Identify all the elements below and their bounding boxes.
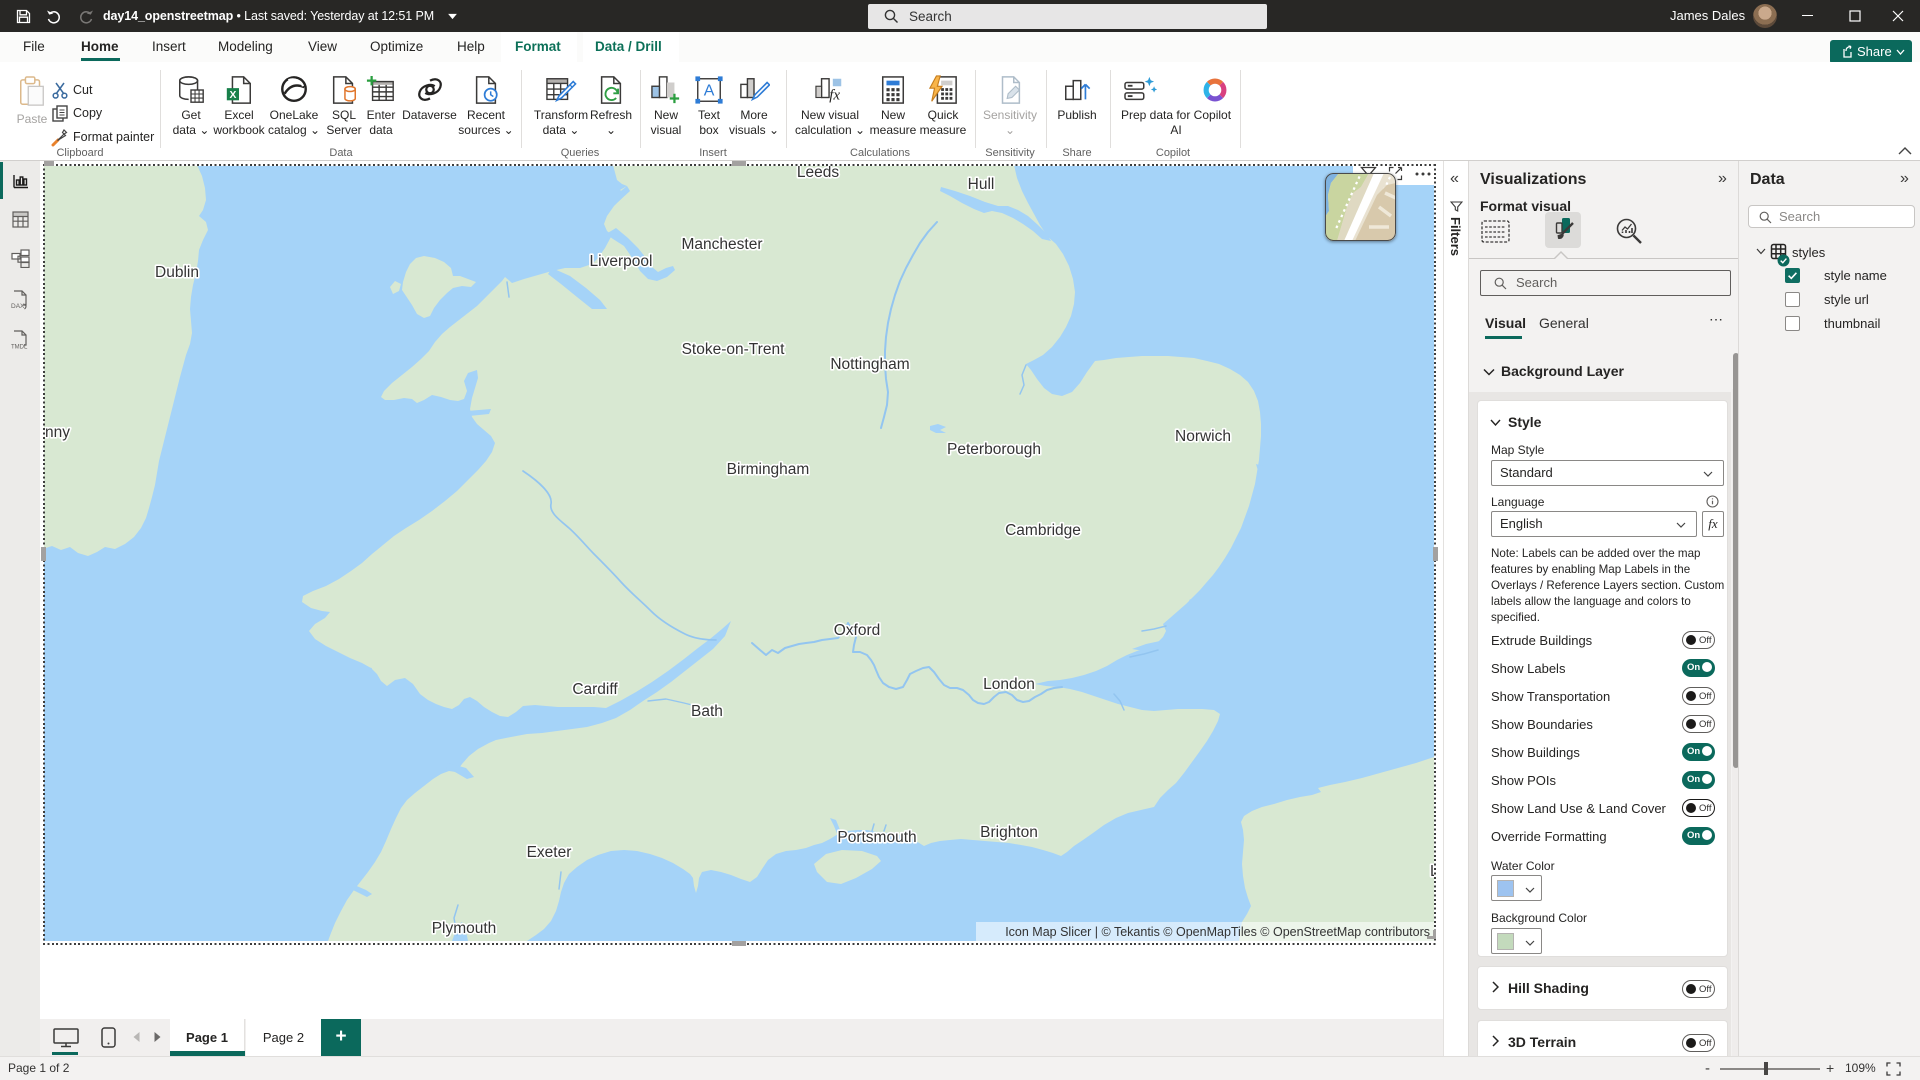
svg-text:Oxford: Oxford	[834, 622, 881, 639]
svg-text:Stoke-on-Trent: Stoke-on-Trent	[682, 341, 785, 358]
svg-text:Cambridge: Cambridge	[1005, 522, 1081, 539]
svg-text:Brighton: Brighton	[980, 824, 1038, 841]
svg-text:Birmingham: Birmingham	[727, 461, 810, 478]
svg-text:nny: nny	[45, 424, 70, 441]
svg-text:Icon Map Slicer | © Tekantis ©: Icon Map Slicer | © Tekantis © OpenMapTi…	[1005, 925, 1430, 939]
svg-text:Portsmouth: Portsmouth	[837, 829, 916, 846]
svg-text:Manchester: Manchester	[682, 236, 763, 253]
svg-text:TMDL: TMDL	[11, 345, 28, 351]
svg-text:Bath: Bath	[691, 703, 723, 720]
svg-text:Norwich: Norwich	[1175, 428, 1231, 445]
svg-text:DAX: DAX	[11, 303, 25, 310]
svg-text:Hull: Hull	[968, 176, 995, 193]
svg-text:fx: fx	[829, 87, 840, 103]
svg-text:Liverpool: Liverpool	[590, 253, 653, 270]
svg-text:X: X	[229, 90, 236, 101]
svg-text:Plymouth: Plymouth	[432, 920, 497, 937]
svg-text:Exeter: Exeter	[527, 844, 572, 861]
svg-text:Dublin: Dublin	[155, 264, 199, 281]
svg-text:Cardiff: Cardiff	[572, 681, 618, 698]
svg-text:A: A	[704, 83, 715, 100]
svg-text:Leeds: Leeds	[797, 166, 839, 181]
svg-text:London: London	[983, 676, 1035, 693]
svg-text:Nottingham: Nottingham	[830, 356, 909, 373]
svg-text:Peterborough: Peterborough	[947, 441, 1041, 458]
